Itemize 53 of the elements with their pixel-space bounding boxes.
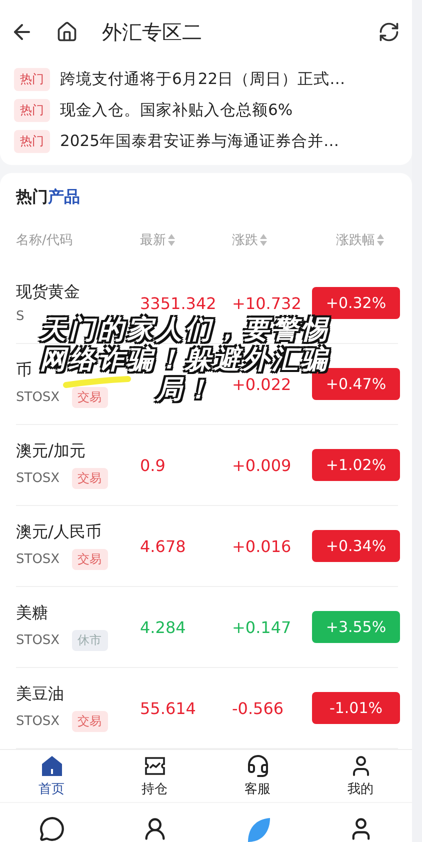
status-tag: 交易 xyxy=(72,468,108,489)
product-code: S xyxy=(16,309,24,324)
tab[interactable]: 持仓 xyxy=(103,750,206,802)
status-tag: 交易 xyxy=(72,711,108,732)
product-code: STOSX xyxy=(16,471,60,486)
price-change: +0.022 xyxy=(232,374,292,394)
price-change: +0.016 xyxy=(232,536,292,556)
status-tag: 交易 xyxy=(72,549,108,570)
chat-icon[interactable] xyxy=(38,816,64,842)
price-change: -0.566 xyxy=(232,698,285,718)
product-code: STOSX xyxy=(16,552,60,567)
warning-caption: 局！ xyxy=(152,375,222,405)
news-link[interactable]: 2025年国泰君安证券与海通证券合并… xyxy=(60,131,339,152)
last-price: 4.284 xyxy=(140,618,187,636)
change-percent: +1.02% xyxy=(312,449,400,481)
section-title: 热门 xyxy=(16,187,48,208)
product-name: 美豆油 xyxy=(16,684,64,705)
price-change: +10.732 xyxy=(232,294,302,312)
highlight-scribble xyxy=(62,376,132,388)
refresh-icon xyxy=(378,21,400,43)
home-icon xyxy=(40,754,64,778)
headset-icon xyxy=(246,754,270,778)
product-code: STOSX xyxy=(16,714,60,729)
product-name: 现货黄金 xyxy=(16,282,80,303)
last-price: 0.9 xyxy=(140,456,166,474)
tab[interactable]: 首页 xyxy=(0,750,103,802)
product-name: 美糖 xyxy=(16,603,48,624)
status-tag: 休市 xyxy=(72,630,108,651)
column-header: 名称/代码 xyxy=(16,232,72,249)
last-price: 3351.342 xyxy=(140,294,218,312)
hot-tag: 热门 xyxy=(14,130,50,153)
change-percent: +3.55% xyxy=(312,611,400,643)
product-code: STOSX xyxy=(16,633,60,648)
tab[interactable]: 客服 xyxy=(206,750,309,802)
news-link[interactable]: 现金入仓。国家补贴入仓总额6% xyxy=(60,100,293,121)
news-link[interactable]: 跨境支付通将于6月22日（周日）正式… xyxy=(60,69,346,90)
status-tag: 交易 xyxy=(72,387,108,408)
last-price: 55.614 xyxy=(140,698,197,718)
section-title-accent: 产品 xyxy=(48,187,80,208)
price-change: +0.009 xyxy=(232,456,292,474)
hot-tag: 热门 xyxy=(14,99,50,122)
product-name: 币 xyxy=(16,360,32,381)
page-title: 外汇专区二 xyxy=(102,18,203,46)
last-price: 4.678 xyxy=(140,536,187,556)
product-code: STOSX xyxy=(16,390,60,405)
product-name: 澳元/加元 xyxy=(16,441,86,462)
tab[interactable]: 我的 xyxy=(309,750,412,802)
price-change: +0.147 xyxy=(232,618,292,636)
product-name: 澳元/人民币 xyxy=(16,522,102,543)
change-percent: +0.34% xyxy=(312,530,400,562)
home-icon xyxy=(56,21,78,43)
change-percent: -1.01% xyxy=(312,692,400,724)
hot-tag: 热门 xyxy=(14,68,50,91)
